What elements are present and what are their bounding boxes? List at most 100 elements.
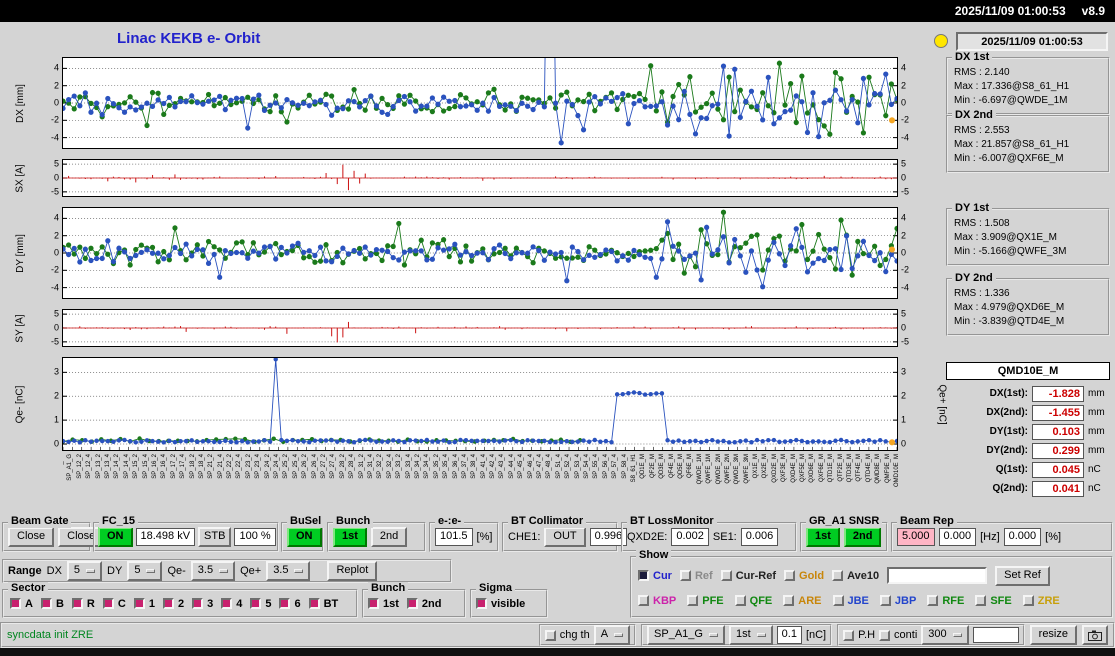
checkbox-icon[interactable] bbox=[832, 570, 844, 582]
range-qe-minus-select[interactable]: 3.5 bbox=[190, 561, 236, 581]
gr-a1-2nd-button[interactable]: 2nd bbox=[843, 527, 882, 547]
interval-select[interactable]: 300 bbox=[921, 625, 969, 645]
bunch-checkbox-2nd[interactable]: 2nd bbox=[406, 598, 441, 610]
show-checkbox-pfe[interactable]: PFE bbox=[687, 595, 724, 607]
show-checkbox-gold[interactable]: Gold bbox=[784, 570, 824, 582]
checkbox-icon[interactable] bbox=[927, 595, 939, 607]
checkbox-icon[interactable] bbox=[476, 598, 487, 609]
show-checkbox-ave10[interactable]: Ave10 bbox=[832, 570, 879, 582]
x-axis-label: QX2E_M bbox=[762, 454, 769, 479]
resize-button[interactable]: resize bbox=[1029, 625, 1077, 645]
device-select[interactable]: SP_A1_G bbox=[647, 625, 725, 645]
x-axis-label: SP_32_4 bbox=[386, 454, 393, 479]
sector-checkbox-3[interactable]: 3 bbox=[192, 598, 213, 610]
checkbox-icon[interactable] bbox=[783, 595, 795, 607]
checkbox-icon[interactable] bbox=[687, 595, 699, 607]
set-ref-input[interactable] bbox=[887, 567, 988, 585]
replot-button[interactable]: Replot bbox=[327, 561, 378, 581]
checkbox-icon[interactable] bbox=[162, 598, 174, 609]
checkbox-icon[interactable] bbox=[720, 570, 732, 582]
checkbox-icon[interactable] bbox=[638, 595, 649, 607]
page-title: Linac KEKB e- Orbit bbox=[117, 30, 261, 47]
checkbox-icon[interactable] bbox=[784, 570, 796, 582]
sector-checkbox-r[interactable]: R bbox=[71, 597, 95, 610]
checkbox-icon[interactable] bbox=[638, 570, 649, 582]
checkbox-icon[interactable] bbox=[975, 595, 987, 607]
checkbox-icon[interactable] bbox=[879, 595, 891, 607]
x-axis-label: G0_A1 bbox=[62, 454, 64, 473]
ph-checkbox[interactable] bbox=[843, 629, 855, 641]
checkbox-icon[interactable] bbox=[832, 595, 844, 607]
show-checkbox-sfe[interactable]: SFE bbox=[975, 594, 1012, 607]
sector-checkbox-6[interactable]: 6 bbox=[279, 598, 301, 610]
set-ref-button[interactable]: Set Ref bbox=[995, 566, 1050, 586]
sector-checkbox-c[interactable]: C bbox=[102, 598, 126, 610]
camera-button[interactable] bbox=[1082, 625, 1108, 645]
range-dx-select[interactable]: 5 bbox=[66, 561, 103, 581]
fc15-stb-button[interactable]: STB bbox=[198, 527, 232, 547]
toolbar-input[interactable] bbox=[972, 627, 1019, 643]
bunch-sel-items: 1st 2nd bbox=[368, 598, 441, 610]
checkbox-icon[interactable] bbox=[406, 598, 418, 609]
checkbox-icon[interactable] bbox=[1022, 595, 1034, 607]
checkbox-icon[interactable] bbox=[71, 598, 83, 609]
sector-checkbox-5[interactable]: 5 bbox=[250, 598, 271, 610]
conti-checkbox[interactable] bbox=[879, 629, 891, 641]
sector-checkbox-a[interactable]: A bbox=[10, 598, 33, 610]
sigma-checkbox-visible[interactable]: visible bbox=[476, 598, 525, 610]
checkbox-icon[interactable] bbox=[734, 595, 746, 607]
checkbox-icon[interactable] bbox=[368, 598, 379, 609]
checkbox-icon[interactable] bbox=[192, 598, 204, 609]
x-axis-label: SP_33_4 bbox=[405, 454, 412, 479]
bunch-checkbox-1st[interactable]: 1st bbox=[368, 598, 399, 610]
checkbox-icon[interactable] bbox=[102, 598, 114, 609]
checkbox-icon[interactable] bbox=[250, 598, 262, 609]
show-checkbox-qfe[interactable]: QFE bbox=[734, 595, 772, 607]
gr-a1-1st-button[interactable]: 1st bbox=[806, 527, 840, 547]
show-checkbox-zre[interactable]: ZRE bbox=[1022, 595, 1060, 607]
bunch-1st-button[interactable]: 1st bbox=[333, 527, 367, 547]
show-checkbox-cur[interactable]: Cur bbox=[638, 570, 672, 582]
x-axis-label: QXF5E_M bbox=[800, 454, 807, 483]
fc15-on-button[interactable]: ON bbox=[98, 527, 133, 547]
stats-min: Min : -5.166@QWFE_3M bbox=[954, 246, 1067, 257]
show-checkbox-cur-ref[interactable]: Cur-Ref bbox=[720, 570, 776, 582]
range-qe-plus-select[interactable]: 3.5 bbox=[266, 561, 311, 581]
range-dy-select[interactable]: 5 bbox=[127, 561, 163, 581]
show-checkbox-label: SFE bbox=[990, 594, 1012, 607]
x-axis-label: SP_27_2 bbox=[321, 454, 327, 479]
show-checkbox-are[interactable]: ARE bbox=[783, 595, 822, 607]
y-tick-label-left: 0 bbox=[53, 97, 59, 108]
beam-gate-close-button-1[interactable]: Close bbox=[8, 527, 55, 547]
sector-checkbox-b[interactable]: B bbox=[40, 598, 64, 610]
toolbar-bunch-select[interactable]: 1st bbox=[728, 625, 773, 645]
checkbox-icon[interactable] bbox=[133, 598, 145, 609]
sector-checkbox-1[interactable]: 1 bbox=[133, 598, 155, 610]
checkbox-icon[interactable] bbox=[279, 598, 291, 609]
busel-on-button[interactable]: ON bbox=[287, 527, 322, 547]
bunch-label: Bunch bbox=[333, 515, 374, 529]
checkbox-icon[interactable] bbox=[308, 598, 320, 609]
sector-checkbox-label: R bbox=[86, 597, 95, 610]
show-checkbox-rfe[interactable]: RFE bbox=[927, 595, 964, 607]
x-axis-label: QXD6E_M bbox=[809, 454, 816, 483]
bunch-2nd-button[interactable]: 2nd bbox=[370, 527, 408, 547]
checkbox-icon[interactable] bbox=[10, 598, 21, 609]
show-checkbox-jbe[interactable]: JBE bbox=[832, 595, 869, 607]
x-axis-label: SP_12_2 bbox=[76, 454, 83, 479]
show-checkbox-kbp[interactable]: KBP bbox=[638, 595, 676, 607]
sector-checkbox-bt[interactable]: BT bbox=[308, 598, 338, 610]
titlebar-datetime: 2025/11/09 01:00:53 bbox=[954, 4, 1066, 18]
x-axis-label: SP_21_4 bbox=[217, 454, 224, 479]
sector-checkbox-4[interactable]: 4 bbox=[221, 598, 242, 610]
checkbox-icon[interactable] bbox=[221, 598, 233, 609]
sector-checkbox-2[interactable]: 2 bbox=[162, 598, 184, 610]
checkbox-icon[interactable] bbox=[40, 598, 52, 609]
show-checkbox-ref[interactable]: Ref bbox=[679, 570, 713, 582]
chg-th-checkbox[interactable] bbox=[544, 629, 556, 641]
checkbox-icon[interactable] bbox=[679, 570, 691, 582]
mode-select[interactable]: A bbox=[593, 625, 631, 645]
sector-checkbox-label: A bbox=[25, 597, 33, 610]
che1-out-button[interactable]: OUT bbox=[544, 527, 586, 547]
show-checkbox-jbp[interactable]: JBP bbox=[879, 595, 916, 607]
